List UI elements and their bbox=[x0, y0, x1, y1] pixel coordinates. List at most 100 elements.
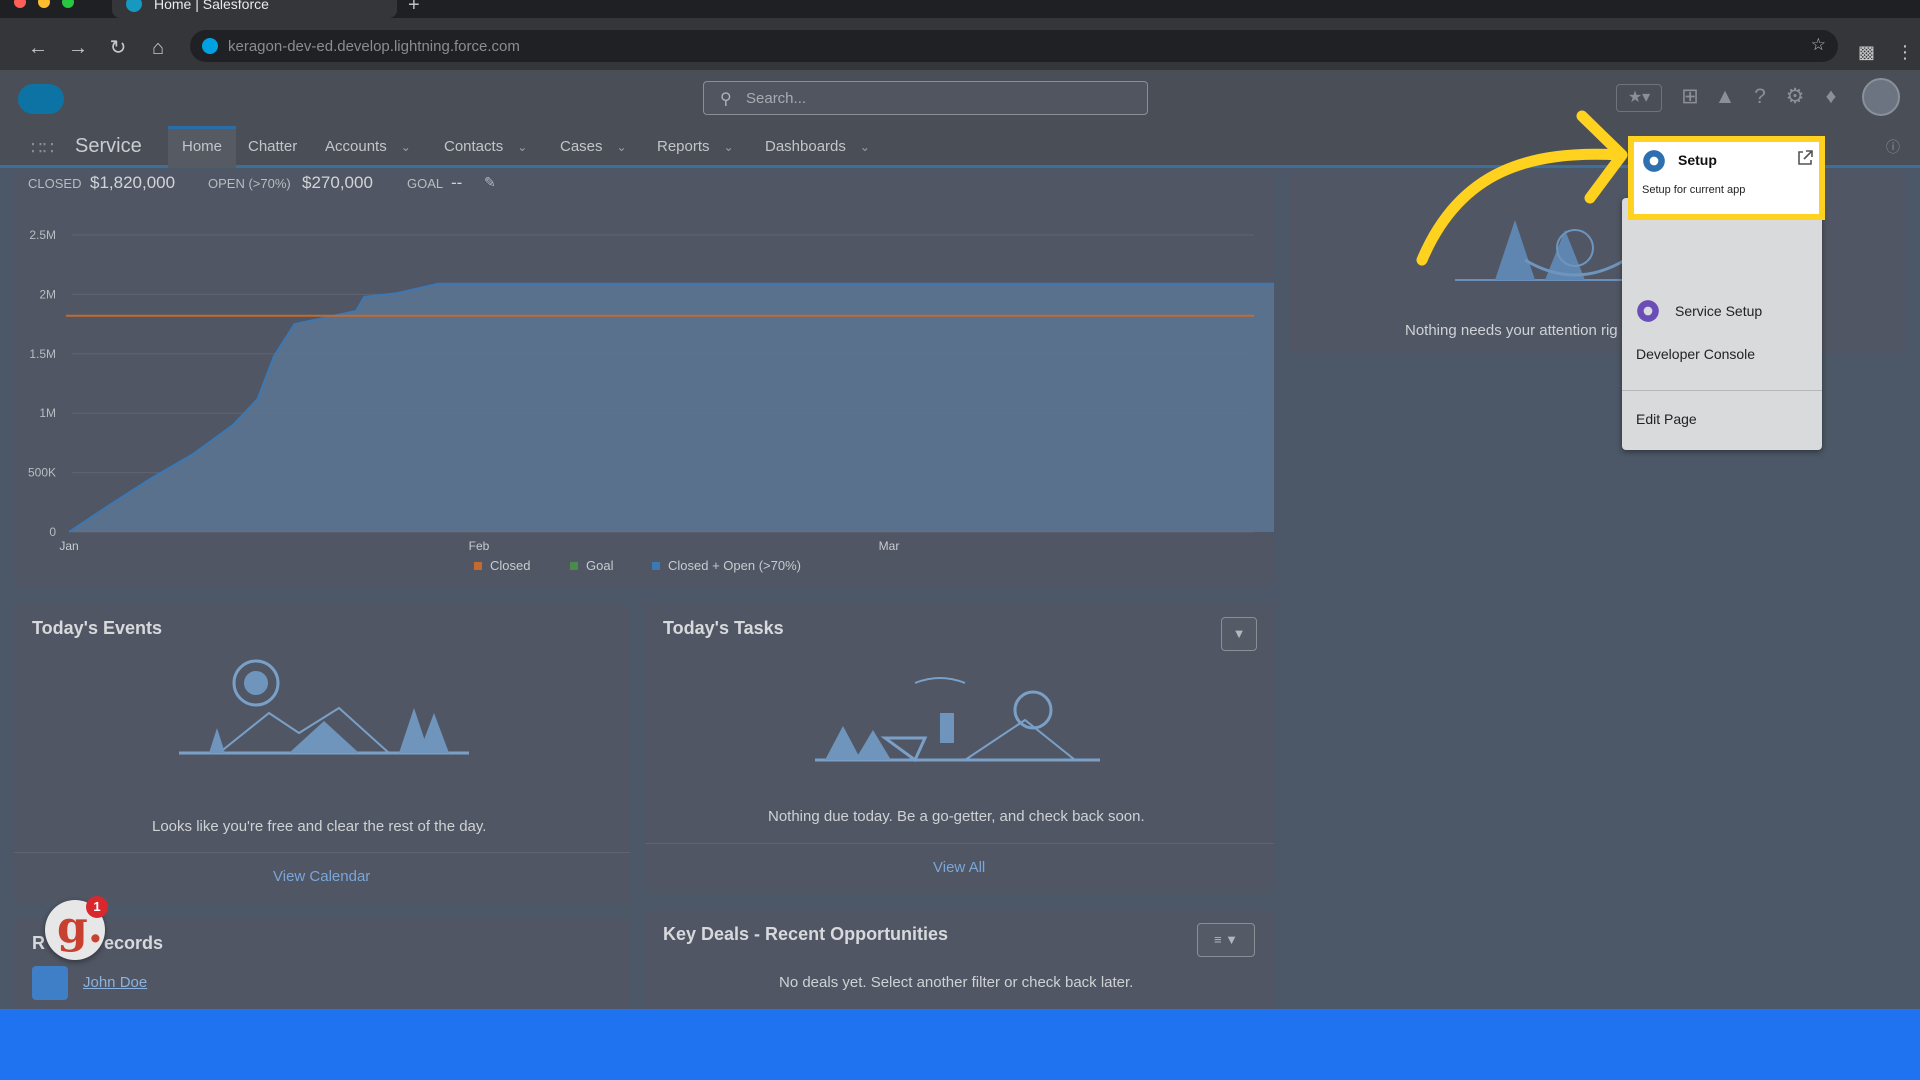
legend-swatch bbox=[474, 562, 482, 570]
edit-page-label: Edit Page bbox=[1636, 411, 1697, 427]
bottom-banner bbox=[0, 1009, 1920, 1080]
guide-badge[interactable]: g. 1 bbox=[45, 896, 108, 960]
maximize-window-button[interactable] bbox=[62, 0, 74, 8]
campfire-illustration-icon bbox=[815, 677, 1100, 763]
nav-item-cases[interactable]: Cases ⌄ bbox=[560, 126, 627, 168]
service-setup-label: Service Setup bbox=[1675, 303, 1763, 319]
forward-arrow-icon[interactable]: → bbox=[66, 36, 90, 60]
search-icon: ⚲ bbox=[720, 91, 732, 108]
view-all-tasks-link[interactable]: View All bbox=[933, 859, 985, 876]
todays-events-title: Today's Events bbox=[32, 618, 162, 638]
key-deals-filter-dropdown[interactable]: ≡ ▼ bbox=[1197, 923, 1255, 957]
app-name: Service bbox=[75, 135, 142, 157]
tasks-filter-dropdown[interactable]: ▼ bbox=[1221, 617, 1257, 651]
nav-item-contacts[interactable]: Contacts ⌄ bbox=[444, 126, 527, 168]
chevron-down-icon[interactable]: ⌄ bbox=[401, 140, 411, 154]
chevron-down-icon[interactable]: ⌄ bbox=[724, 140, 734, 154]
view-calendar-link[interactable]: View Calendar bbox=[273, 868, 370, 885]
key-deals-card: Key Deals - Recent Opportunities ≡ ▼ No … bbox=[645, 909, 1274, 1009]
notifications-bell-icon[interactable]: ♦ bbox=[1818, 84, 1844, 110]
record-link-john-doe[interactable]: John Doe bbox=[83, 974, 147, 991]
setup-description: Setup for current app bbox=[1642, 184, 1746, 196]
salesforce-favicon-icon bbox=[126, 0, 142, 12]
chevron-down-icon[interactable]: ⌄ bbox=[617, 140, 627, 154]
todays-events-card: Today's Events Looks like you're free an… bbox=[14, 603, 630, 903]
reload-icon[interactable]: ↻ bbox=[106, 36, 130, 60]
open-new-window-icon[interactable] bbox=[1795, 148, 1815, 168]
y-tick-label: 500K bbox=[28, 466, 56, 480]
info-icon[interactable]: ⓘ bbox=[1880, 134, 1906, 160]
setup-gear-icon[interactable]: ⚙ bbox=[1782, 84, 1808, 110]
y-tick-label: 0 bbox=[49, 525, 56, 539]
salesforce-logo-icon[interactable] bbox=[18, 84, 64, 114]
app-launcher-grid-icon[interactable]: ∷∷ bbox=[31, 138, 55, 162]
setup-gear-icon bbox=[1643, 150, 1665, 172]
legend-label: Goal bbox=[586, 558, 614, 573]
menu-item-setup[interactable]: Setup Setup for current app bbox=[1628, 136, 1825, 220]
global-search[interactable]: ⚲ bbox=[703, 81, 1148, 115]
menu-divider bbox=[1622, 390, 1822, 391]
y-tick-label: 1.5M bbox=[29, 347, 56, 361]
nav-item-dashboards[interactable]: Dashboards ⌄ bbox=[765, 126, 870, 168]
search-input[interactable] bbox=[746, 88, 1126, 108]
help-icon[interactable]: ? bbox=[1747, 84, 1773, 110]
todays-tasks-card: Today's Tasks ▼ Nothing due today. Be a … bbox=[645, 603, 1274, 893]
bookmark-star-icon[interactable]: ☆ bbox=[1811, 35, 1826, 55]
x-tick-label: Feb bbox=[469, 539, 490, 553]
minimize-window-button[interactable] bbox=[38, 0, 50, 8]
x-tick-label: Jan bbox=[59, 539, 78, 553]
events-empty-message: Looks like you're free and clear the res… bbox=[152, 818, 487, 835]
nav-item-chatter[interactable]: Chatter bbox=[248, 126, 297, 168]
extensions-puzzle-icon[interactable]: ▩ bbox=[1858, 42, 1875, 63]
service-setup-gear-icon bbox=[1637, 300, 1659, 322]
address-url[interactable]: keragon-dev-ed.develop.lightning.force.c… bbox=[228, 38, 520, 55]
chevron-down-icon[interactable]: ⌄ bbox=[860, 140, 870, 154]
key-deals-title: Key Deals - Recent Opportunities bbox=[663, 924, 949, 944]
browser-tab[interactable]: Home | Salesforce bbox=[112, 0, 397, 18]
performance-line-chart: 0 500K 1M 1.5M 2M 2.5M Jan Feb Mar Closed Goal Clos… bbox=[28, 228, 1274, 573]
nav-item-label: Contacts bbox=[444, 138, 504, 155]
home-icon[interactable]: ⌂ bbox=[146, 36, 170, 60]
menu-item-developer-console[interactable]: Developer Console bbox=[1622, 334, 1822, 374]
close-window-button[interactable] bbox=[14, 0, 26, 8]
setup-dropdown-menu: Service Setup Developer Console Edit Pag… bbox=[1622, 198, 1822, 450]
performance-chart-card: CLOSED $1,820,000 OPEN (>70%) $270,000 G… bbox=[14, 172, 1274, 588]
card-divider bbox=[645, 843, 1274, 844]
sort-caret-icon: ≡ ▼ bbox=[1213, 932, 1239, 947]
assistant-message: Nothing needs your attention rig bbox=[1405, 322, 1618, 339]
nav-item-reports[interactable]: Reports ⌄ bbox=[657, 126, 734, 168]
nav-item-label: Dashboards bbox=[765, 138, 846, 155]
new-tab-button[interactable]: + bbox=[408, 0, 420, 17]
card-divider bbox=[14, 852, 630, 853]
setup-label: Setup bbox=[1678, 152, 1717, 168]
trailhead-icon[interactable]: ▲ bbox=[1712, 84, 1738, 110]
global-actions-plus-icon[interactable]: ⊞ bbox=[1677, 84, 1703, 110]
legend-swatch bbox=[570, 562, 578, 570]
y-tick-label: 2M bbox=[39, 287, 56, 301]
menu-item-service-setup[interactable]: Service Setup bbox=[1622, 290, 1822, 330]
address-bar[interactable]: keragon-dev-ed.develop.lightning.force.c… bbox=[190, 30, 1838, 62]
caret-down-icon: ▼ bbox=[1232, 626, 1246, 641]
developer-console-label: Developer Console bbox=[1636, 346, 1756, 362]
chevron-down-icon[interactable]: ⌄ bbox=[517, 140, 527, 154]
camping-illustration-icon bbox=[179, 659, 469, 755]
site-info-icon[interactable] bbox=[202, 38, 218, 54]
nav-item-label: Home bbox=[181, 138, 222, 155]
recent-records-card: R ecords John Doe bbox=[14, 918, 630, 1009]
legend-label: Closed bbox=[490, 558, 530, 573]
nav-item-home[interactable]: Home bbox=[168, 126, 236, 168]
nav-item-accounts[interactable]: Accounts ⌄ bbox=[325, 126, 411, 168]
legend-label: Closed + Open (>70%) bbox=[668, 558, 801, 573]
nav-item-label: Reports bbox=[657, 138, 710, 155]
user-avatar[interactable] bbox=[1862, 78, 1900, 116]
browser-menu-icon[interactable]: ⋮ bbox=[1896, 42, 1914, 63]
contact-avatar-icon bbox=[32, 966, 68, 1000]
recent-records-title-start: R bbox=[32, 933, 45, 953]
nav-item-label: Cases bbox=[560, 138, 603, 155]
menu-item-edit-page[interactable]: Edit Page bbox=[1622, 398, 1822, 438]
tab-title: Home | Salesforce bbox=[154, 0, 269, 12]
back-arrow-icon[interactable]: ← bbox=[26, 36, 50, 60]
browser-toolbar: ← → ↻ ⌂ keragon-dev-ed.develop.lightning… bbox=[0, 18, 1920, 70]
notification-count-badge: 1 bbox=[86, 896, 108, 918]
y-tick-label: 2.5M bbox=[29, 228, 56, 242]
